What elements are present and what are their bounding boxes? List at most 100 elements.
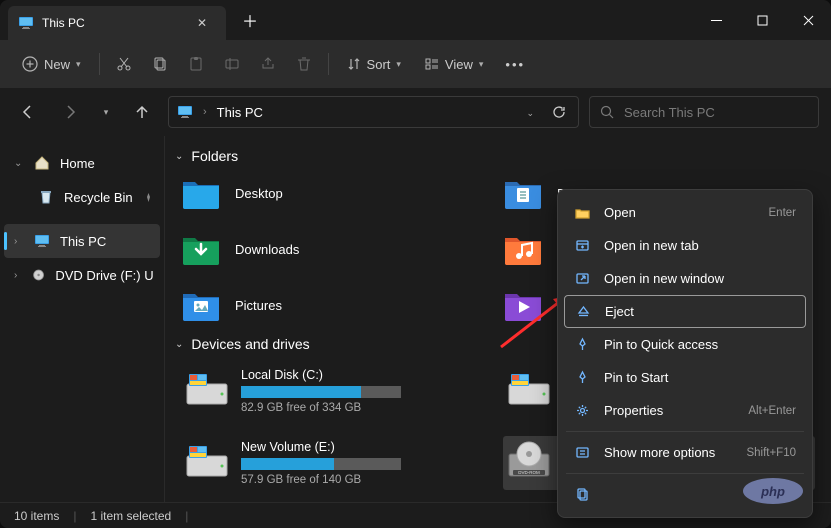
folder-item-downloads[interactable]: Downloads bbox=[181, 232, 493, 266]
recycle-bin-icon bbox=[38, 189, 54, 205]
sidebar-item-dvd[interactable]: › DVD Drive (F:) Ubun bbox=[0, 258, 164, 292]
context-item-pin-to-start[interactable]: Pin to Start bbox=[564, 361, 806, 394]
context-item-accel: Shift+F10 bbox=[746, 447, 796, 459]
sidebar-item-this-pc[interactable]: › This PC bbox=[4, 224, 160, 258]
view-button[interactable]: View ▾ bbox=[415, 48, 493, 80]
tab-close-button[interactable]: ✕ bbox=[192, 14, 212, 32]
address-dropdown[interactable]: ⌄ bbox=[522, 103, 538, 121]
context-item-label: Properties bbox=[604, 403, 734, 418]
pin-icon bbox=[143, 192, 154, 203]
context-item-label: Open in new tab bbox=[604, 238, 796, 253]
copy-button[interactable] bbox=[144, 48, 176, 80]
folder-label: Desktop bbox=[235, 186, 283, 201]
separator bbox=[99, 53, 100, 75]
drive-usage-bar bbox=[241, 386, 401, 398]
toolbar: New ▾ Sort ▾ View ▾ ••• bbox=[0, 40, 831, 88]
section-header-folders[interactable]: ⌄ Folders bbox=[175, 148, 815, 164]
context-item-show-more-options[interactable]: Show more optionsShift+F10 bbox=[564, 436, 806, 469]
drive-free-text: 57.9 GB free of 140 GB bbox=[241, 474, 489, 486]
folder-icon bbox=[503, 232, 543, 266]
context-item-eject[interactable]: Eject bbox=[564, 295, 806, 328]
tab-this-pc[interactable]: This PC ✕ bbox=[8, 6, 226, 40]
separator: | bbox=[73, 509, 76, 523]
tab-title: This PC bbox=[42, 16, 192, 30]
plus-circle-icon bbox=[22, 56, 38, 72]
context-item-properties[interactable]: PropertiesAlt+Enter bbox=[564, 394, 806, 427]
search-icon bbox=[600, 105, 614, 119]
context-item-open[interactable]: OpenEnter bbox=[564, 196, 806, 229]
sidebar-item-recycle-bin[interactable]: Recycle Bin bbox=[0, 180, 164, 214]
folder-label: Downloads bbox=[235, 242, 299, 257]
titlebar: This PC ✕ ＋ bbox=[0, 0, 831, 40]
dvd-drive-icon: DVD-ROM bbox=[507, 440, 551, 480]
copy-icon bbox=[575, 487, 590, 502]
arrow-up-icon bbox=[134, 104, 150, 120]
folder-icon bbox=[181, 288, 221, 322]
chevron-down-icon: ⌄ bbox=[175, 339, 183, 350]
paste-button[interactable] bbox=[180, 48, 212, 80]
recent-button[interactable]: ▾ bbox=[96, 96, 116, 128]
section-title: Devices and drives bbox=[191, 336, 309, 352]
window-controls bbox=[693, 4, 831, 36]
sort-icon bbox=[347, 57, 361, 71]
share-button[interactable] bbox=[252, 48, 284, 80]
chevron-down-icon: ⌄ bbox=[175, 151, 183, 162]
folder-item-pictures[interactable]: Pictures bbox=[181, 288, 493, 322]
drive-icon bbox=[185, 440, 229, 480]
drive-name: Local Disk (C:) bbox=[241, 368, 489, 382]
file-explorer-window: This PC ✕ ＋ New ▾ Sort ▾ Vie bbox=[0, 0, 831, 528]
folder-item-desktop[interactable]: Desktop bbox=[181, 176, 493, 210]
drive-usage-bar bbox=[241, 458, 401, 470]
folder-icon bbox=[503, 288, 543, 322]
sidebar-item-label: Recycle Bin bbox=[64, 190, 133, 205]
context-item-open-in-new-tab[interactable]: Open in new tab bbox=[564, 229, 806, 262]
arrow-right-icon bbox=[62, 104, 78, 120]
properties-icon bbox=[575, 403, 590, 418]
this-pc-icon bbox=[34, 233, 50, 249]
cut-icon bbox=[116, 56, 132, 72]
home-icon bbox=[34, 155, 50, 171]
new-label: New bbox=[44, 57, 70, 72]
more-button[interactable]: ••• bbox=[497, 48, 533, 80]
folder-label: Pictures bbox=[235, 298, 282, 313]
status-selected-count: 1 item selected bbox=[90, 509, 171, 523]
delete-button[interactable] bbox=[288, 48, 320, 80]
folder-icon bbox=[503, 176, 543, 210]
svg-text:DVD-ROM: DVD-ROM bbox=[518, 470, 540, 475]
forward-button[interactable] bbox=[54, 96, 86, 128]
back-button[interactable] bbox=[12, 96, 44, 128]
rename-button[interactable] bbox=[216, 48, 248, 80]
folder-open-icon bbox=[575, 205, 590, 220]
new-tab-button[interactable]: ＋ bbox=[226, 8, 274, 32]
sort-label: Sort bbox=[367, 57, 391, 72]
context-item-pin-to-quick-access[interactable]: Pin to Quick access bbox=[564, 328, 806, 361]
sidebar-item-label: This PC bbox=[60, 234, 106, 249]
context-item-label: Eject bbox=[605, 304, 795, 319]
sort-button[interactable]: Sort ▾ bbox=[337, 48, 411, 80]
cut-button[interactable] bbox=[108, 48, 140, 80]
context-separator bbox=[566, 473, 804, 474]
breadcrumb[interactable]: This PC bbox=[217, 105, 263, 120]
context-item-open-in-new-window[interactable]: Open in new window bbox=[564, 262, 806, 295]
rename-icon bbox=[224, 56, 240, 72]
context-menu: OpenEnter Open in new tab Open in new wind… bbox=[557, 189, 813, 518]
folder-icon bbox=[181, 232, 221, 266]
drive-item[interactable]: Local Disk (C:)82.9 GB free of 334 GB bbox=[181, 364, 493, 418]
address-bar[interactable]: › This PC ⌄ bbox=[168, 96, 579, 128]
maximize-button[interactable] bbox=[739, 4, 785, 36]
sidebar-item-home[interactable]: ⌄ Home bbox=[0, 146, 164, 180]
chevron-down-icon: ▾ bbox=[104, 107, 109, 118]
close-button[interactable] bbox=[785, 4, 831, 36]
minimize-button[interactable] bbox=[693, 4, 739, 36]
drive-item[interactable]: New Volume (E:)57.9 GB free of 140 GB bbox=[181, 436, 493, 490]
sidebar-item-label: DVD Drive (F:) Ubun bbox=[55, 268, 154, 283]
disc-icon bbox=[32, 267, 45, 283]
new-button[interactable]: New ▾ bbox=[12, 48, 91, 80]
search-box[interactable]: Search This PC bbox=[589, 96, 819, 128]
up-button[interactable] bbox=[126, 96, 158, 128]
context-item-accel: Enter bbox=[769, 207, 797, 219]
refresh-button[interactable] bbox=[548, 105, 570, 119]
this-pc-icon bbox=[177, 104, 193, 120]
more-icon bbox=[575, 445, 590, 460]
copy-icon bbox=[152, 56, 168, 72]
